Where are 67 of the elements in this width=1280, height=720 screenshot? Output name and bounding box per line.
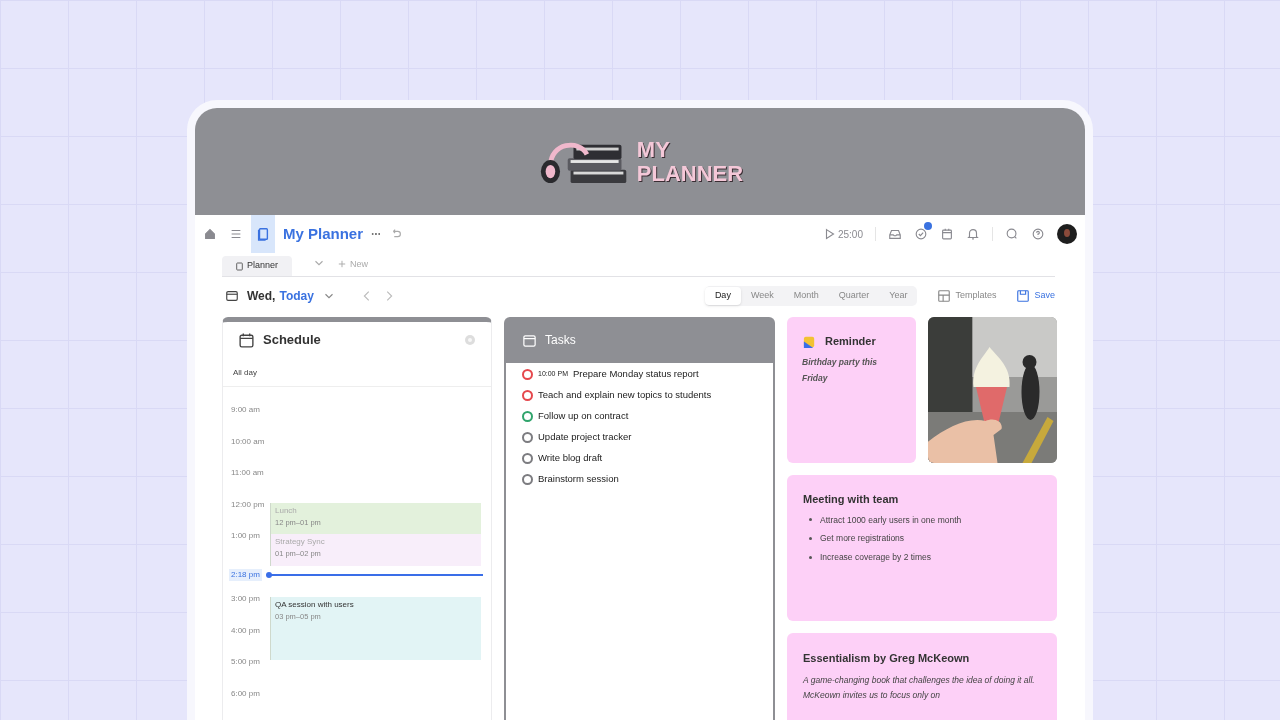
- task-label[interactable]: Write blog draft: [538, 450, 603, 466]
- task-checkbox[interactable]: [522, 431, 533, 443]
- current-time-label: 2:18 pm: [229, 568, 262, 581]
- view-tab[interactable]: Day: [704, 287, 741, 305]
- calendar-icon[interactable]: [238, 331, 255, 349]
- page-title: My Planner: [283, 223, 364, 244]
- banner-title: PLANNER: [636, 161, 744, 186]
- hour-label: 12:00 pm: [231, 498, 265, 511]
- date-picker[interactable]: Wed, Today: [247, 287, 336, 305]
- home-icon[interactable]: [203, 227, 217, 241]
- panel-title: Schedule: [263, 331, 321, 350]
- bullet-icon: [809, 555, 812, 559]
- bullet-icon: [809, 518, 812, 522]
- hour-label: 1:00 pm: [231, 530, 260, 542]
- event-title: Strategy Sync: [275, 536, 326, 548]
- search-icon[interactable]: [1005, 227, 1019, 241]
- hour-label: 9:00 am: [231, 404, 260, 416]
- task-checkbox[interactable]: [522, 368, 533, 380]
- card-title: Meeting with team: [803, 492, 900, 507]
- bullet-icon: [809, 537, 812, 541]
- timer[interactable]: 25:00: [837, 226, 863, 242]
- task-checkbox[interactable]: [522, 389, 533, 401]
- task-checkbox[interactable]: [522, 452, 533, 464]
- hour-label: 6:00 pm: [231, 687, 260, 700]
- notebook-icon: [256, 226, 270, 242]
- task-checkbox[interactable]: [522, 410, 533, 422]
- bullet-text: Increase coverage by 2 times: [820, 551, 932, 564]
- save-button[interactable]: Save: [1016, 289, 1055, 303]
- hour-label: 11:00 am: [231, 467, 264, 479]
- event-title: Lunch: [275, 504, 298, 517]
- notebook-icon: [236, 261, 243, 271]
- reminder-text: Birthday party this Friday: [802, 355, 879, 385]
- templates-button[interactable]: Templates: [937, 289, 997, 303]
- calendar-icon[interactable]: [225, 289, 239, 303]
- more-icon[interactable]: [371, 232, 382, 236]
- card-title: Essentialism by Greg McKeown: [803, 651, 971, 666]
- bullet-text: Attract 1000 early users in one month: [820, 513, 962, 527]
- notification-badge: [924, 222, 932, 230]
- help-icon[interactable]: [1031, 227, 1045, 241]
- book-text: A game-changing book that challenges the idea of doing it all. McKeown invites us to focus only on: [803, 673, 1036, 702]
- menu-icon[interactable]: [229, 227, 243, 241]
- card-title: Reminder: [825, 334, 876, 349]
- task-label[interactable]: Teach and explain new topics to students: [538, 387, 712, 403]
- bullet-text: Get more registrations: [820, 532, 905, 545]
- task-label[interactable]: Follow up on contract: [538, 408, 629, 424]
- bell-icon[interactable]: [966, 227, 980, 241]
- task-label[interactable]: Brainstorm session: [538, 471, 619, 487]
- check-circle-icon[interactable]: [914, 227, 928, 241]
- inbox-icon[interactable]: [888, 227, 902, 241]
- plus-icon: [338, 260, 347, 269]
- hour-label: 10:00 am: [231, 435, 265, 448]
- today-label: Today: [279, 288, 314, 305]
- task-checkbox[interactable]: [522, 473, 533, 485]
- banner-title: MY: [636, 137, 671, 162]
- all-day-label: All day: [233, 368, 257, 377]
- planner-tab[interactable]: Planner: [222, 256, 293, 276]
- save-icon[interactable]: [1016, 289, 1031, 303]
- hour-label: 5:00 pm: [231, 656, 260, 668]
- template-icon[interactable]: [937, 289, 952, 303]
- hour-label: 4:00 pm: [231, 624, 260, 637]
- hour-label: 3:00 pm: [231, 593, 260, 605]
- panel-title: Tasks: [545, 332, 576, 349]
- event-title: QA session with users: [275, 599, 355, 611]
- weekday-label: Wed,: [247, 288, 276, 305]
- task-label[interactable]: Update project tracker: [538, 429, 632, 445]
- task-label[interactable]: Prepare Monday status report: [572, 366, 699, 382]
- avatar[interactable]: [1057, 224, 1077, 244]
